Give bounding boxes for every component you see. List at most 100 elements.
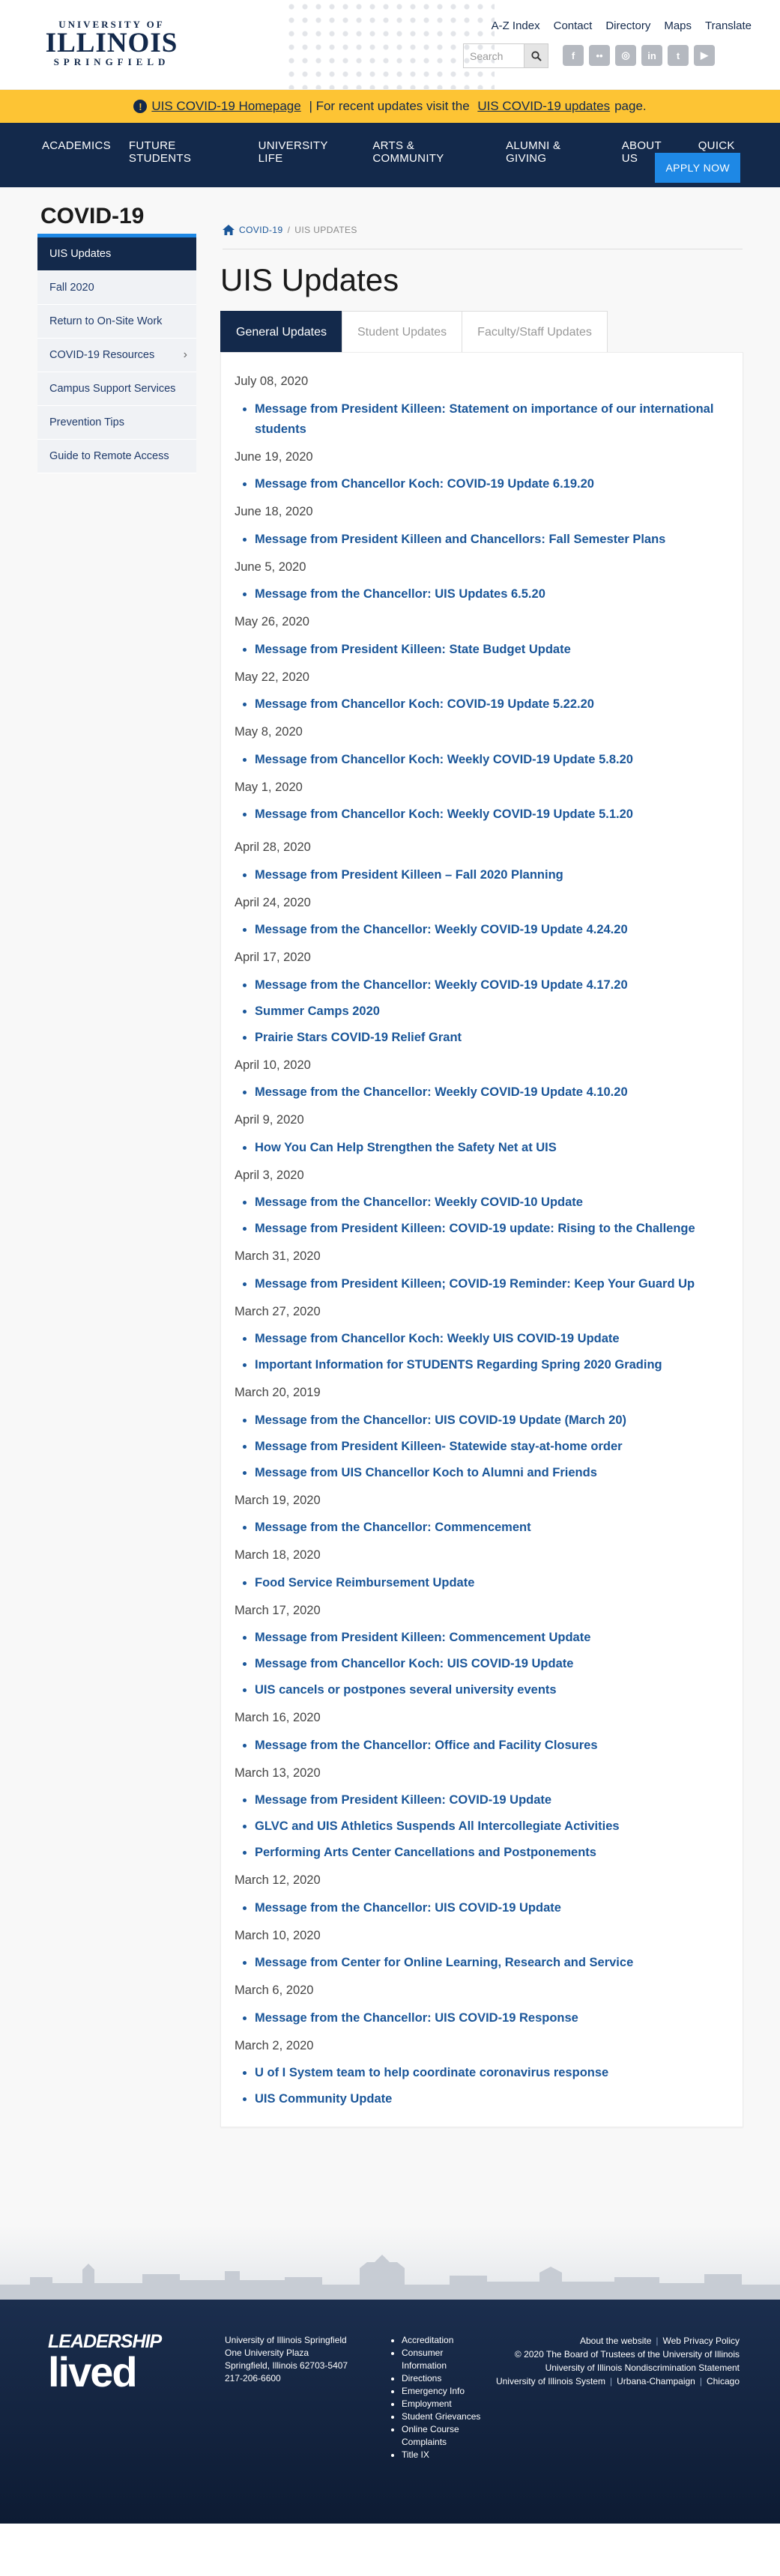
update-link[interactable]: Prairie Stars COVID-19 Relief Grant [255,1031,462,1044]
nav-item-university-life[interactable]: UNIVERSITY LIFE [250,139,364,165]
util-link-directory[interactable]: Directory [605,19,650,32]
breadcrumb-separator: / [287,225,291,235]
youtube-icon[interactable]: ▶ [694,45,715,66]
tab-faculty-staff-updates[interactable]: Faculty/Staff Updates [462,311,608,353]
footer-link[interactable]: Employment [402,2398,452,2409]
linkedin-icon[interactable]: in [641,45,662,66]
update-link[interactable]: U of I System team to help coordinate co… [255,2066,608,2079]
list-item: Message from President Killeen: Commence… [255,1628,737,1648]
footer-link[interactable]: Directions [402,2373,441,2383]
sidebar-item-campus-support-services[interactable]: Campus Support Services [37,372,196,406]
update-link[interactable]: Message from the Chancellor: Commencemen… [255,1521,531,1534]
copyright-text: © 2020 The Board of Trustees of the Univ… [514,2349,740,2360]
update-link[interactable]: UIS Community Update [255,2092,392,2106]
update-list: Message from the Chancellor: UIS COVID-1… [255,2008,737,2028]
update-link[interactable]: Message from the Chancellor: UIS COVID-1… [255,2011,578,2025]
nondiscrimination-link[interactable]: University of Illinois Nondiscrimination… [545,2363,740,2373]
ui-system-link[interactable]: University of Illinois System [496,2376,605,2386]
update-link[interactable]: Message from Center for Online Learning,… [255,1956,633,1969]
about-website-link[interactable]: About the website [580,2336,651,2346]
chevron-right-icon[interactable]: › [184,348,187,362]
alert-link-updates[interactable]: UIS COVID-19 updates [477,99,610,114]
update-list: Message from the Chancellor: UIS COVID-1… [255,1898,737,1918]
footer-link[interactable]: Consumer Information [402,2348,447,2371]
update-link[interactable]: Message from President Killeen – Fall 20… [255,868,563,882]
update-link[interactable]: Message from President Killeen and Chanc… [255,533,665,546]
chicago-link[interactable]: Chicago [707,2376,740,2386]
list-item: Message from Chancellor Koch: Weekly UIS… [255,1329,737,1349]
update-link[interactable]: Message from Chancellor Koch: Weekly UIS… [255,1332,620,1345]
update-link[interactable]: Message from President Killeen- Statewid… [255,1440,623,1453]
update-link[interactable]: How You Can Help Strengthen the Safety N… [255,1141,557,1154]
util-link-translate[interactable]: Translate [705,19,752,32]
flickr-icon[interactable]: •• [589,45,610,66]
nav-item-future-students[interactable]: FUTURE STUDENTS [120,139,250,165]
urbana-link[interactable]: Urbana-Champaign [617,2376,695,2386]
alert-link-homepage[interactable]: UIS COVID-19 Homepage [151,99,300,114]
update-link[interactable]: Food Service Reimbursement Update [255,1576,474,1589]
apply-now-button[interactable]: APPLY NOW [655,153,740,183]
update-list: Message from President Killeen: COVID-19… [255,1790,737,1863]
university-logo[interactable]: UNIVERSITY OF ILLINOIS SPRINGFIELD [40,19,183,67]
footer-link[interactable]: Accreditation [402,2335,453,2345]
sidebar-item-uis-updates[interactable]: UIS Updates [37,234,196,271]
update-list: Message from President Killeen; COVID-19… [255,1274,737,1294]
search-box[interactable]: Search [463,43,548,68]
update-link[interactable]: GLVC and UIS Athletics Suspends All Inte… [255,1819,620,1833]
nav-item-arts-community[interactable]: ARTS & COMMUNITY [363,139,497,165]
update-link[interactable]: Message from the Chancellor: Weekly COVI… [255,1085,628,1099]
update-link[interactable]: Message from Chancellor Koch: Weekly COV… [255,807,633,821]
update-link[interactable]: Message from the Chancellor: UIS COVID-1… [255,1413,626,1427]
update-list: Message from the Chancellor: Commencemen… [255,1518,737,1538]
update-link[interactable]: Message from President Killeen: COVID-19… [255,1222,695,1235]
update-link[interactable]: Message from Chancellor Koch: UIS COVID-… [255,1657,573,1670]
privacy-policy-link[interactable]: Web Privacy Policy [663,2336,740,2346]
update-link[interactable]: Important Information for STUDENTS Regar… [255,1358,662,1372]
sidebar-item-fall-2020[interactable]: Fall 2020 [37,271,196,305]
update-link[interactable]: Message from President Killeen: COVID-19… [255,1793,551,1807]
search-button[interactable] [524,44,548,67]
sidebar-item-covid-19-resources[interactable]: COVID-19 Resources › [37,339,196,372]
update-link[interactable]: Message from UIS Chancellor Koch to Alum… [255,1466,597,1479]
update-link[interactable]: Message from the Chancellor: Weekly COVI… [255,1195,583,1209]
footer-link[interactable]: Student Grievances [402,2411,480,2422]
facebook-icon[interactable]: f [563,45,584,66]
twitter-icon[interactable]: t [668,45,689,66]
footer-link[interactable]: Online Course Complaints [402,2424,459,2447]
nav-item-academics[interactable]: ACADEMICS [40,139,120,165]
update-link[interactable]: Message from President Killeen: Commence… [255,1631,590,1644]
update-link[interactable]: Message from President Killeen; COVID-19… [255,1277,695,1291]
update-link[interactable]: Message from President Killeen: Statemen… [255,402,713,436]
sidebar-item-label: COVID-19 Resources [49,349,155,361]
update-link[interactable]: Message from the Chancellor: Office and … [255,1739,598,1752]
home-icon[interactable] [223,225,235,235]
update-group: April 17, 2020 Message from the Chancello… [235,951,737,1048]
update-link[interactable]: Message from the Chancellor: Weekly COVI… [255,923,628,936]
sidebar-item-return-to-on-site-work[interactable]: Return to On-Site Work [37,305,196,339]
footer-link[interactable]: Emergency Info [402,2386,465,2396]
update-link[interactable]: UIS cancels or postpones several univers… [255,1683,557,1697]
update-link[interactable]: Message from the Chancellor: UIS Updates… [255,587,545,601]
util-link-a-z-index[interactable]: A-Z Index [492,19,540,32]
tab-general-updates[interactable]: General Updates [220,311,342,353]
update-link[interactable]: Message from Chancellor Koch: COVID-19 U… [255,697,594,711]
tab-student-updates[interactable]: Student Updates [341,311,463,353]
util-link-maps[interactable]: Maps [664,19,692,32]
update-link[interactable]: Message from Chancellor Koch: Weekly COV… [255,753,633,766]
update-list: Message from Chancellor Koch: Weekly COV… [255,750,737,770]
sidebar-item-guide-to-remote-access[interactable]: Guide to Remote Access [37,440,196,473]
instagram-icon[interactable]: ◎ [615,45,636,66]
footer-link[interactable]: Title IX [402,2449,429,2460]
update-link[interactable]: Message from President Killeen: State Bu… [255,643,571,656]
update-group: May 26, 2020 Message from President Kille… [235,616,737,660]
update-link[interactable]: Performing Arts Center Cancellations and… [255,1846,596,1859]
update-link[interactable]: Message from Chancellor Koch: COVID-19 U… [255,477,594,491]
update-link[interactable]: Message from the Chancellor: UIS COVID-1… [255,1901,561,1915]
nav-item-alumni-giving[interactable]: ALUMNI & GIVING [497,139,613,165]
update-link[interactable]: Message from the Chancellor: Weekly COVI… [255,978,628,992]
sidebar-item-prevention-tips[interactable]: Prevention Tips [37,406,196,440]
util-link-contact[interactable]: Contact [554,19,593,32]
search-input[interactable]: Search [464,44,524,67]
update-link[interactable]: Summer Camps 2020 [255,1004,380,1018]
breadcrumb-covid19[interactable]: COVID-19 [239,225,283,235]
